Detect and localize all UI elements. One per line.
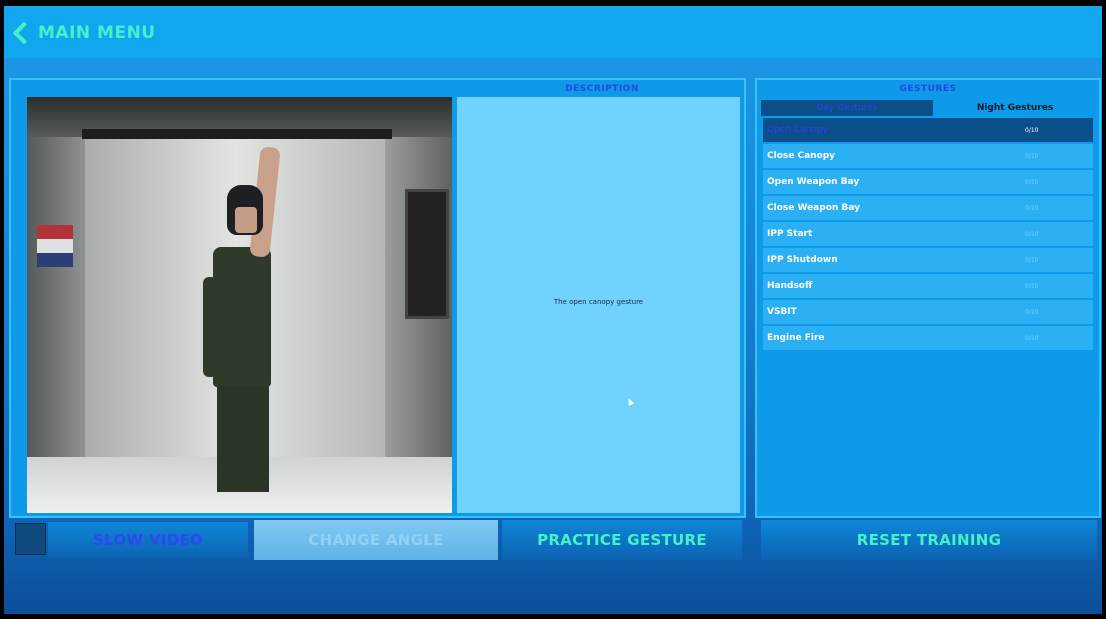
description-box: The open canopy gesture xyxy=(457,97,740,513)
slow-video-checkbox[interactable] xyxy=(15,523,46,555)
gesture-name: VSBIT xyxy=(767,307,797,317)
description-text: The open canopy gesture xyxy=(553,298,644,306)
tab-day-gestures[interactable]: Day Gestures xyxy=(761,100,933,116)
gesture-score: 0/10 xyxy=(1025,256,1039,264)
gesture-name: Open Canopy xyxy=(767,125,828,135)
gesture-row[interactable]: IPP Start 0/10 xyxy=(763,222,1093,246)
tab-night-gestures[interactable]: Night Gestures xyxy=(935,100,1095,116)
gesture-score: 0/10 xyxy=(1025,204,1039,212)
gesture-score: 0/10 xyxy=(1025,282,1039,290)
gesture-name: Engine Fire xyxy=(767,333,825,343)
gesture-row[interactable]: Open Weapon Bay 0/10 xyxy=(763,170,1093,194)
gesture-score: 0/10 xyxy=(1025,178,1039,186)
person xyxy=(213,247,271,387)
flag xyxy=(37,225,73,239)
gesture-score: 0/10 xyxy=(1025,308,1039,316)
gesture-row[interactable]: IPP Shutdown 0/10 xyxy=(763,248,1093,272)
top-bar: MAIN MENU xyxy=(4,6,1102,58)
mouse-cursor-icon xyxy=(625,397,635,406)
change-angle-button[interactable]: CHANGE ANGLE xyxy=(254,520,498,560)
gesture-row[interactable]: Open Canopy 0/10 xyxy=(763,118,1093,142)
reset-training-button[interactable]: RESET TRAINING xyxy=(761,520,1097,560)
gesture-score: 0/10 xyxy=(1025,230,1039,238)
gesture-video[interactable] xyxy=(27,97,452,513)
gestures-panel: GESTURES Day Gestures Night Gestures Ope… xyxy=(755,78,1101,518)
slow-video-button[interactable]: SLOW VIDEO xyxy=(48,522,248,558)
training-screen: MAIN MENU DESCRIPTION The open canopy ge… xyxy=(4,6,1102,614)
gesture-viewer-panel: DESCRIPTION The open canopy gesture xyxy=(9,78,746,518)
gesture-name: IPP Shutdown xyxy=(767,255,838,265)
main-menu-label: MAIN MENU xyxy=(38,23,156,43)
gesture-name: Close Canopy xyxy=(767,151,836,161)
gesture-row[interactable]: VSBIT 0/10 xyxy=(763,300,1093,324)
gesture-row[interactable]: Engine Fire 0/10 xyxy=(763,326,1093,350)
gesture-name: Close Weapon Bay xyxy=(767,203,860,213)
gesture-score: 0/10 xyxy=(1025,126,1039,134)
gesture-list: Open Canopy 0/10 Close Canopy 0/10 Open Weap… xyxy=(763,118,1093,352)
wall-panel xyxy=(405,189,449,319)
chevron-left-icon xyxy=(12,21,36,45)
gesture-name: Handsoff xyxy=(767,281,813,291)
description-title: DESCRIPTION xyxy=(565,84,639,94)
main-menu-button[interactable]: MAIN MENU xyxy=(12,20,156,46)
gesture-score: 0/10 xyxy=(1025,334,1039,342)
gesture-name: Open Weapon Bay xyxy=(767,177,860,187)
gesture-row[interactable]: Close Weapon Bay 0/10 xyxy=(763,196,1093,220)
gesture-row[interactable]: Close Canopy 0/10 xyxy=(763,144,1093,168)
gesture-row[interactable]: Handsoff 0/10 xyxy=(763,274,1093,298)
gestures-title: GESTURES xyxy=(899,84,957,94)
gesture-name: IPP Start xyxy=(767,229,813,239)
gesture-score: 0/10 xyxy=(1025,152,1039,160)
practice-gesture-button[interactable]: PRACTICE GESTURE xyxy=(502,520,742,560)
